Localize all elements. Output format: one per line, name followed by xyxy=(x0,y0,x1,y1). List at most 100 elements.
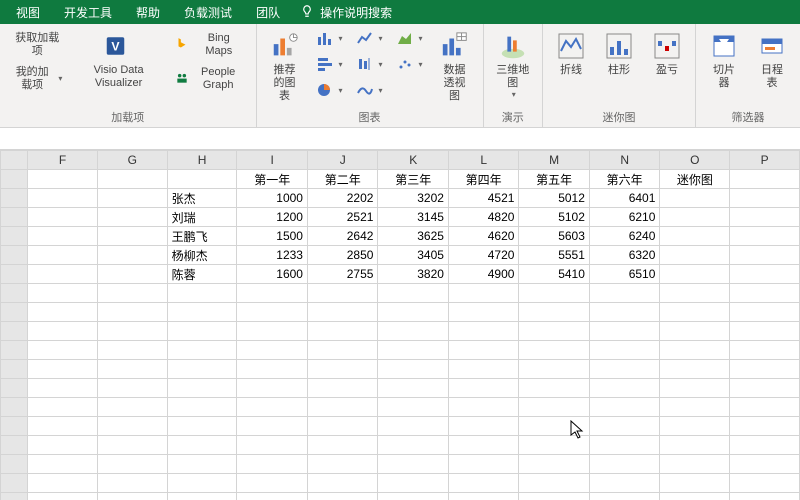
cell-L1[interactable]: 第四年 xyxy=(448,170,518,189)
cell-G18[interactable] xyxy=(97,493,167,500)
menu-help[interactable]: 帮助 xyxy=(124,4,172,21)
cell-P6[interactable] xyxy=(730,265,800,284)
cell-M7[interactable] xyxy=(519,284,589,303)
cell-M10[interactable] xyxy=(519,341,589,360)
cell-N1[interactable]: 第六年 xyxy=(589,170,659,189)
cell-G13[interactable] xyxy=(97,398,167,417)
cell-K6[interactable]: 3820 xyxy=(378,265,448,284)
cell-G16[interactable] xyxy=(97,455,167,474)
bing-maps-button[interactable]: Bing Maps xyxy=(171,28,248,60)
cell-J16[interactable] xyxy=(307,455,377,474)
row-header[interactable] xyxy=(1,322,28,341)
cell-F1[interactable] xyxy=(28,170,98,189)
cell-I14[interactable] xyxy=(237,417,307,436)
cell-O16[interactable] xyxy=(660,455,730,474)
cell-G1[interactable] xyxy=(97,170,167,189)
get-addins-button[interactable]: 获取加载项 xyxy=(8,28,66,60)
cell-L12[interactable] xyxy=(448,379,518,398)
cell-N3[interactable]: 6210 xyxy=(589,208,659,227)
cell-F5[interactable] xyxy=(28,246,98,265)
cell-F13[interactable] xyxy=(28,398,98,417)
row-header[interactable] xyxy=(1,436,28,455)
cell-P2[interactable] xyxy=(730,189,800,208)
cell-K15[interactable] xyxy=(378,436,448,455)
cell-G17[interactable] xyxy=(97,474,167,493)
cell-P15[interactable] xyxy=(730,436,800,455)
cell-G2[interactable] xyxy=(97,189,167,208)
cell-G5[interactable] xyxy=(97,246,167,265)
cell-O9[interactable] xyxy=(660,322,730,341)
row-header[interactable] xyxy=(1,189,28,208)
cell-M14[interactable] xyxy=(519,417,589,436)
worksheet-grid[interactable]: FGHIJKLMNOP第一年第二年第三年第四年第五年第六年迷你图张杰100022… xyxy=(0,150,800,500)
cell-N16[interactable] xyxy=(589,455,659,474)
cell-M2[interactable]: 5012 xyxy=(519,189,589,208)
cell-I6[interactable]: 1600 xyxy=(237,265,307,284)
cell-L17[interactable] xyxy=(448,474,518,493)
row-header[interactable] xyxy=(1,474,28,493)
cell-O7[interactable] xyxy=(660,284,730,303)
cell-K11[interactable] xyxy=(378,360,448,379)
cell-P14[interactable] xyxy=(730,417,800,436)
cell-J8[interactable] xyxy=(307,303,377,322)
cell-H15[interactable] xyxy=(167,436,237,455)
cell-G6[interactable] xyxy=(97,265,167,284)
cell-F17[interactable] xyxy=(28,474,98,493)
cell-I15[interactable] xyxy=(237,436,307,455)
cell-L4[interactable]: 4620 xyxy=(448,227,518,246)
column-header-H[interactable]: H xyxy=(167,151,237,170)
cell-M4[interactable]: 5603 xyxy=(519,227,589,246)
column-header-N[interactable]: N xyxy=(589,151,659,170)
cell-M16[interactable] xyxy=(519,455,589,474)
cell-I4[interactable]: 1500 xyxy=(237,227,307,246)
cell-I9[interactable] xyxy=(237,322,307,341)
row-header[interactable] xyxy=(1,379,28,398)
cell-F2[interactable] xyxy=(28,189,98,208)
cell-H7[interactable] xyxy=(167,284,237,303)
menu-team[interactable]: 团队 xyxy=(244,4,292,21)
cell-L3[interactable]: 4820 xyxy=(448,208,518,227)
cell-H11[interactable] xyxy=(167,360,237,379)
row-header[interactable] xyxy=(1,341,28,360)
cell-I7[interactable] xyxy=(237,284,307,303)
cell-F4[interactable] xyxy=(28,227,98,246)
row-header[interactable] xyxy=(1,246,28,265)
column-header-G[interactable]: G xyxy=(97,151,167,170)
cell-K18[interactable] xyxy=(378,493,448,500)
row-header[interactable] xyxy=(1,398,28,417)
cell-H1[interactable] xyxy=(167,170,237,189)
cell-G10[interactable] xyxy=(97,341,167,360)
cell-O11[interactable] xyxy=(660,360,730,379)
cell-I1[interactable]: 第一年 xyxy=(237,170,307,189)
cell-N2[interactable]: 6401 xyxy=(589,189,659,208)
cell-O2[interactable] xyxy=(660,189,730,208)
cell-O6[interactable] xyxy=(660,265,730,284)
sparkline-winloss-button[interactable]: 盈亏 xyxy=(647,28,687,79)
cell-G9[interactable] xyxy=(97,322,167,341)
row-header[interactable] xyxy=(1,227,28,246)
row-header[interactable] xyxy=(1,417,28,436)
column-chart-button[interactable]: ▾ xyxy=(313,28,347,48)
cell-F9[interactable] xyxy=(28,322,98,341)
cell-L8[interactable] xyxy=(448,303,518,322)
cell-N11[interactable] xyxy=(589,360,659,379)
cell-K14[interactable] xyxy=(378,417,448,436)
cell-I16[interactable] xyxy=(237,455,307,474)
cell-G4[interactable] xyxy=(97,227,167,246)
cell-P1[interactable] xyxy=(730,170,800,189)
cell-I11[interactable] xyxy=(237,360,307,379)
row-header[interactable] xyxy=(1,493,28,500)
cell-K17[interactable] xyxy=(378,474,448,493)
cell-I5[interactable]: 1233 xyxy=(237,246,307,265)
cell-J12[interactable] xyxy=(307,379,377,398)
cell-K1[interactable]: 第三年 xyxy=(378,170,448,189)
cell-I10[interactable] xyxy=(237,341,307,360)
cell-O12[interactable] xyxy=(660,379,730,398)
cell-G3[interactable] xyxy=(97,208,167,227)
cell-J4[interactable]: 2642 xyxy=(307,227,377,246)
cell-J5[interactable]: 2850 xyxy=(307,246,377,265)
cell-J15[interactable] xyxy=(307,436,377,455)
cell-H8[interactable] xyxy=(167,303,237,322)
sparkline-line-button[interactable]: 折线 xyxy=(551,28,591,79)
cell-N9[interactable] xyxy=(589,322,659,341)
